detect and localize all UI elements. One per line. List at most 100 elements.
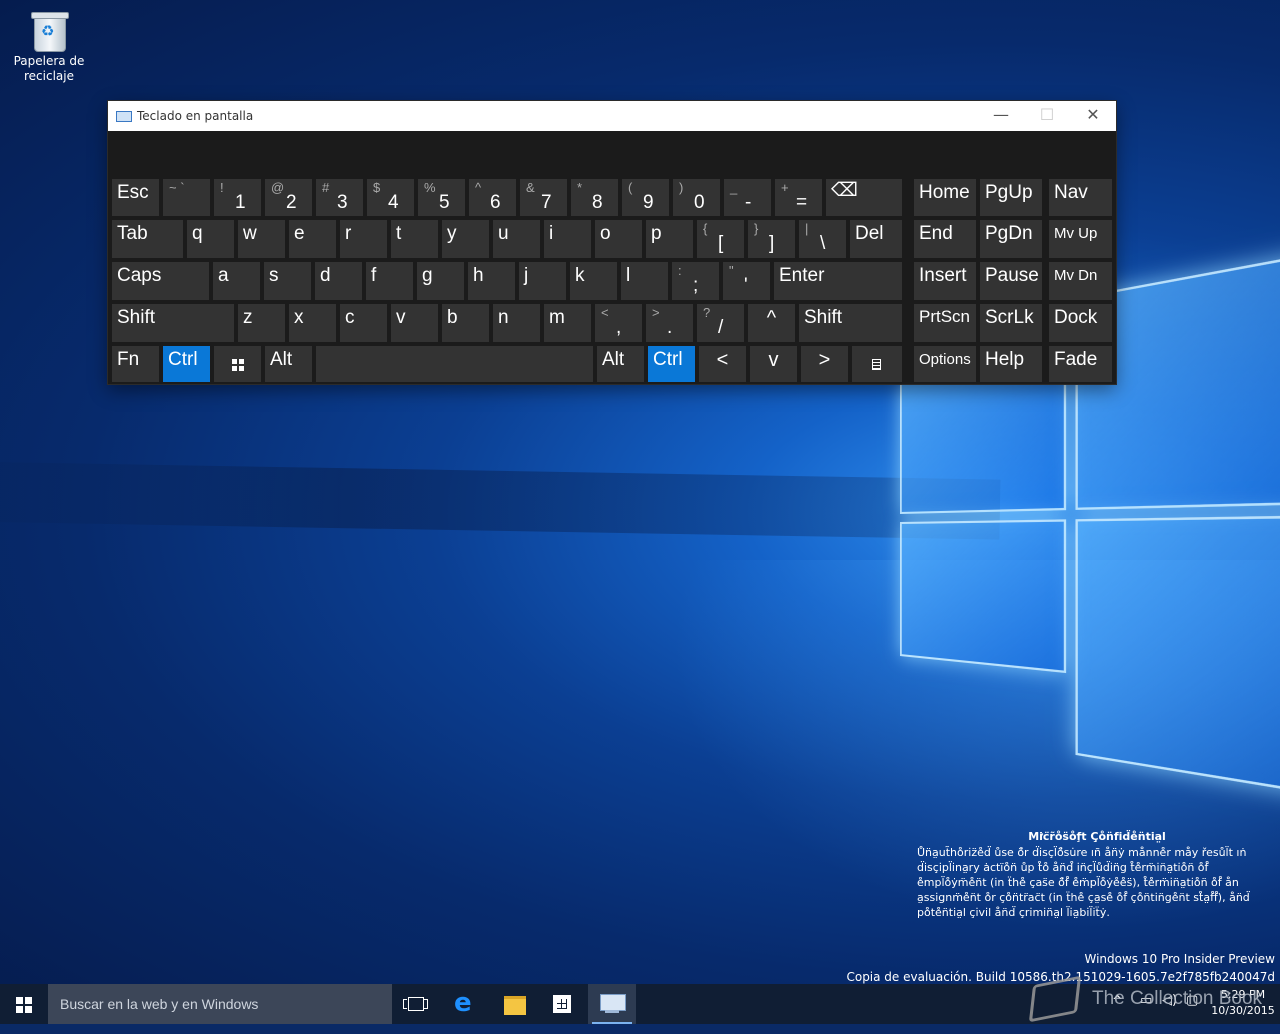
key-alt-right[interactable]: Alt bbox=[597, 346, 644, 382]
key-shift-left[interactable]: Shift bbox=[112, 304, 234, 342]
on-screen-keyboard-taskbar-button[interactable] bbox=[588, 984, 636, 1024]
close-button[interactable]: ✕ bbox=[1070, 101, 1116, 131]
key-backslash[interactable]: | \ bbox=[799, 220, 846, 258]
key-lbracket[interactable]: {[ bbox=[697, 220, 744, 258]
key-tab[interactable]: Tab bbox=[112, 220, 183, 258]
key-right[interactable]: > bbox=[801, 346, 848, 382]
key-period[interactable]: >. bbox=[646, 304, 693, 342]
key-pgup[interactable]: PgUp bbox=[980, 179, 1042, 216]
key-1[interactable]: ! 1 bbox=[214, 179, 261, 216]
key-4[interactable]: $4 bbox=[367, 179, 414, 216]
key-pgdn[interactable]: PgDn bbox=[980, 220, 1042, 258]
key-r[interactable]: r bbox=[340, 220, 387, 258]
key-space[interactable] bbox=[316, 346, 593, 382]
key-9[interactable]: (9 bbox=[622, 179, 669, 216]
key-menu[interactable] bbox=[852, 346, 902, 382]
key-semicolon[interactable]: :; bbox=[672, 262, 719, 300]
key-s[interactable]: s bbox=[264, 262, 311, 300]
key-p[interactable]: p bbox=[646, 220, 693, 258]
key-caps[interactable]: Caps bbox=[112, 262, 209, 300]
key-enter[interactable]: Enter bbox=[774, 262, 902, 300]
key-label: = bbox=[796, 192, 808, 213]
key-insert[interactable]: Insert bbox=[914, 262, 976, 300]
key-left[interactable]: < bbox=[699, 346, 746, 382]
minimize-button[interactable]: — bbox=[978, 101, 1024, 131]
key-f[interactable]: f bbox=[366, 262, 413, 300]
key-5[interactable]: % 5 bbox=[418, 179, 465, 216]
key-d[interactable]: d bbox=[315, 262, 362, 300]
key-backspace[interactable]: ⌫ bbox=[826, 179, 902, 216]
task-view-button[interactable] bbox=[392, 984, 440, 1024]
key-m[interactable]: m bbox=[544, 304, 591, 342]
key-dock[interactable]: Dock bbox=[1049, 304, 1112, 342]
key-shift-right[interactable]: Shift bbox=[799, 304, 902, 342]
key-i[interactable]: i bbox=[544, 220, 591, 258]
key-mvup[interactable]: Mv Up bbox=[1049, 220, 1112, 258]
key-windows[interactable] bbox=[214, 346, 261, 382]
key-alt-left[interactable]: Alt bbox=[265, 346, 312, 382]
key-comma[interactable]: <, bbox=[595, 304, 642, 342]
key-options[interactable]: Options bbox=[914, 346, 976, 382]
key-6[interactable]: ^ 6 bbox=[469, 179, 516, 216]
key-y[interactable]: y bbox=[442, 220, 489, 258]
key-g[interactable]: g bbox=[417, 262, 464, 300]
key-j[interactable]: j bbox=[519, 262, 566, 300]
key-x[interactable]: x bbox=[289, 304, 336, 342]
key-7[interactable]: & 7 bbox=[520, 179, 567, 216]
key-0[interactable]: ) 0 bbox=[673, 179, 720, 216]
key-ctrl-right[interactable]: Ctrl bbox=[648, 346, 695, 382]
key-h[interactable]: h bbox=[468, 262, 515, 300]
key-home[interactable]: Home bbox=[914, 179, 976, 216]
key-help[interactable]: Help bbox=[980, 346, 1042, 382]
recycle-bin[interactable]: ♻ Papelera de reciclaje bbox=[8, 6, 90, 84]
key-b[interactable]: b bbox=[442, 304, 489, 342]
key-nav[interactable]: Nav bbox=[1049, 179, 1112, 216]
key-v[interactable]: v bbox=[391, 304, 438, 342]
key-esc[interactable]: Esc bbox=[112, 179, 159, 216]
edge-button[interactable]: e bbox=[442, 984, 490, 1024]
key-symbol: < bbox=[601, 305, 609, 320]
key-u[interactable]: u bbox=[493, 220, 540, 258]
key-2[interactable]: @2 bbox=[265, 179, 312, 216]
key-equals[interactable]: + = bbox=[775, 179, 822, 216]
key-end[interactable]: End bbox=[914, 220, 976, 258]
key-label: Nav bbox=[1054, 182, 1088, 203]
key-n[interactable]: n bbox=[493, 304, 540, 342]
key-down[interactable]: v bbox=[750, 346, 797, 382]
key-fade[interactable]: Fade bbox=[1049, 346, 1112, 382]
search-box[interactable]: Buscar en la web y en Windows bbox=[48, 984, 392, 1024]
file-explorer-button[interactable] bbox=[490, 984, 538, 1024]
key-o[interactable]: o bbox=[595, 220, 642, 258]
key-slash[interactable]: ? / bbox=[697, 304, 744, 342]
store-button[interactable] bbox=[538, 984, 586, 1024]
key-rbracket[interactable]: }] bbox=[748, 220, 795, 258]
key-minus[interactable]: _ - bbox=[724, 179, 771, 216]
key-k[interactable]: k bbox=[570, 262, 617, 300]
key-q[interactable]: q bbox=[187, 220, 234, 258]
key-label: Enter bbox=[779, 265, 825, 286]
key-up[interactable]: ^ bbox=[748, 304, 795, 342]
key-w[interactable]: w bbox=[238, 220, 285, 258]
key-3[interactable]: #3 bbox=[316, 179, 363, 216]
key-mvdn[interactable]: Mv Dn bbox=[1049, 262, 1112, 300]
key-l[interactable]: l bbox=[621, 262, 668, 300]
key-scrlk[interactable]: ScrLk bbox=[980, 304, 1042, 342]
title-bar[interactable]: Teclado en pantalla — ☐ ✕ bbox=[108, 101, 1116, 131]
key-del[interactable]: Del bbox=[850, 220, 902, 258]
key-prtscn[interactable]: PrtScn bbox=[914, 304, 976, 342]
key-quote[interactable]: " ' bbox=[723, 262, 770, 300]
keyboard: Esc ~ ` ! 1 @2 #3 $4 % 5 ^ 6 & 7 * 8 (9 ) 0 _ -… bbox=[108, 131, 1116, 384]
key-a[interactable]: a bbox=[213, 262, 260, 300]
key-ctrl-left[interactable]: Ctrl bbox=[163, 346, 210, 382]
key-label: 4 bbox=[388, 192, 399, 213]
key-pause[interactable]: Pause bbox=[980, 262, 1042, 300]
key-fn[interactable]: Fn bbox=[112, 346, 159, 382]
key-t[interactable]: t bbox=[391, 220, 438, 258]
key-8[interactable]: * 8 bbox=[571, 179, 618, 216]
key-grave[interactable]: ~ ` bbox=[163, 179, 210, 216]
start-button[interactable] bbox=[0, 984, 48, 1024]
maximize-button[interactable]: ☐ bbox=[1024, 101, 1070, 131]
key-e[interactable]: e bbox=[289, 220, 336, 258]
key-c[interactable]: c bbox=[340, 304, 387, 342]
key-z[interactable]: z bbox=[238, 304, 285, 342]
